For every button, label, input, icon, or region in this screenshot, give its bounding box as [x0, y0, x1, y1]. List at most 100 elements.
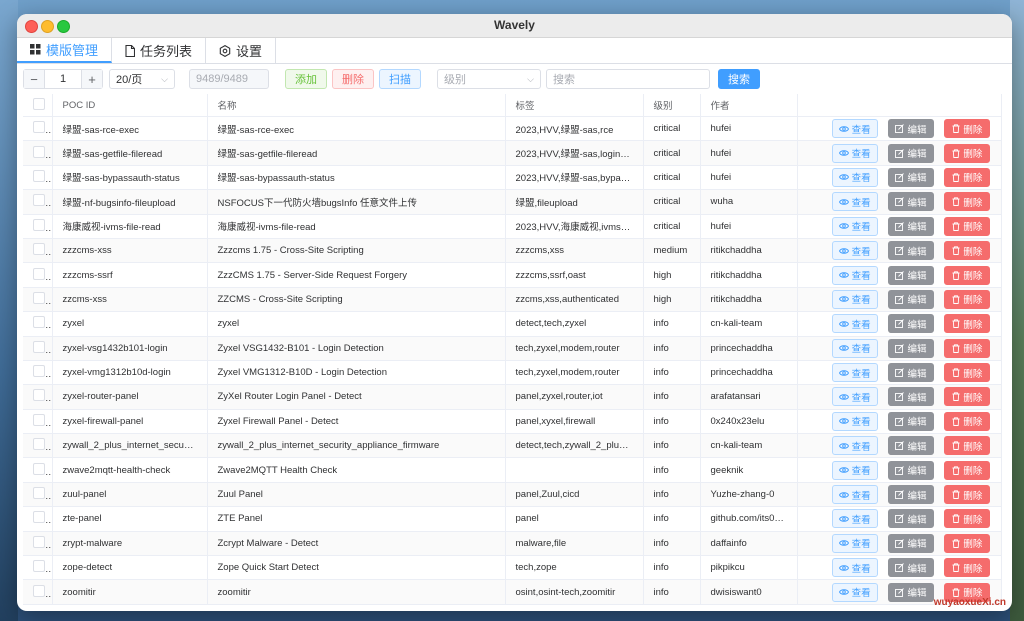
edit-button[interactable]: 编辑	[887, 167, 935, 187]
row-checkbox[interactable]	[33, 316, 45, 329]
tab-task-list[interactable]: 任务列表	[112, 38, 207, 63]
select-all-checkbox[interactable]	[33, 97, 45, 110]
delete-row-button[interactable]: 删除	[944, 289, 991, 309]
level-select[interactable]: 级别 ⌵	[437, 69, 541, 89]
view-button[interactable]: 查看	[831, 460, 878, 480]
delete-row-button[interactable]: 删除	[944, 265, 991, 285]
search-button[interactable]: 搜索	[718, 69, 760, 89]
scan-button[interactable]: 扫描	[379, 69, 421, 89]
row-select-cell[interactable]	[23, 238, 53, 264]
edit-button[interactable]: 编辑	[887, 582, 935, 602]
row-checkbox[interactable]	[33, 243, 45, 256]
delete-row-button[interactable]: 删除	[944, 363, 991, 383]
view-button[interactable]: 查看	[831, 436, 878, 456]
page-size-select[interactable]: 20/页 ⌵	[109, 69, 175, 89]
edit-button[interactable]: 编辑	[887, 363, 935, 383]
row-checkbox[interactable]	[33, 413, 45, 426]
view-button[interactable]: 查看	[831, 167, 878, 187]
row-checkbox[interactable]	[33, 194, 45, 207]
view-button[interactable]: 查看	[831, 143, 878, 163]
delete-row-button[interactable]: 删除	[944, 558, 991, 578]
view-button[interactable]: 查看	[831, 192, 878, 212]
row-select-cell[interactable]	[23, 189, 53, 215]
delete-row-button[interactable]: 删除	[944, 167, 991, 187]
view-button[interactable]: 查看	[831, 241, 878, 261]
delete-row-button[interactable]: 删除	[944, 314, 991, 334]
delete-row-button[interactable]: 删除	[944, 143, 991, 163]
decrement-button[interactable]: −	[24, 70, 44, 88]
row-checkbox[interactable]	[33, 535, 45, 548]
delete-row-button[interactable]: 删除	[944, 533, 991, 553]
view-button[interactable]: 查看	[831, 338, 878, 358]
row-select-cell[interactable]	[23, 506, 53, 532]
row-select-cell[interactable]	[23, 165, 53, 191]
tab-settings[interactable]: 设置	[206, 38, 277, 63]
delete-row-button[interactable]: 删除	[944, 460, 991, 480]
edit-button[interactable]: 编辑	[887, 289, 935, 309]
view-button[interactable]: 查看	[831, 363, 878, 383]
row-select-cell[interactable]	[23, 579, 53, 605]
row-select-cell[interactable]	[23, 433, 53, 459]
edit-button[interactable]: 编辑	[887, 485, 935, 505]
row-checkbox[interactable]	[33, 169, 45, 182]
page-number-input[interactable]: 1	[44, 70, 82, 88]
delete-row-button[interactable]: 删除	[944, 387, 991, 407]
row-checkbox[interactable]	[33, 340, 45, 353]
view-button[interactable]: 查看	[831, 411, 878, 431]
row-checkbox[interactable]	[33, 511, 45, 524]
row-checkbox[interactable]	[33, 462, 45, 475]
view-button[interactable]: 查看	[831, 119, 878, 139]
row-select-cell[interactable]	[23, 482, 53, 508]
view-button[interactable]: 查看	[831, 509, 878, 529]
row-checkbox[interactable]	[33, 218, 45, 231]
tab-template-management[interactable]: 模版管理	[17, 38, 113, 63]
delete-row-button[interactable]: 删除	[944, 411, 991, 431]
edit-button[interactable]: 编辑	[887, 265, 935, 285]
row-select-cell[interactable]	[23, 384, 53, 410]
edit-button[interactable]: 编辑	[887, 216, 935, 236]
edit-button[interactable]: 编辑	[887, 509, 935, 529]
edit-button[interactable]: 编辑	[887, 192, 935, 212]
delete-row-button[interactable]: 删除	[944, 485, 991, 505]
row-select-cell[interactable]	[23, 555, 53, 581]
delete-row-button[interactable]: 删除	[944, 338, 991, 358]
row-select-cell[interactable]	[23, 531, 53, 557]
edit-button[interactable]: 编辑	[887, 338, 935, 358]
row-checkbox[interactable]	[33, 365, 45, 378]
view-button[interactable]: 查看	[831, 216, 878, 236]
view-button[interactable]: 查看	[831, 387, 878, 407]
delete-row-button[interactable]: 删除	[944, 119, 991, 139]
row-select-cell[interactable]	[23, 360, 53, 386]
delete-row-button[interactable]: 删除	[944, 509, 991, 529]
view-button[interactable]: 查看	[831, 485, 878, 505]
delete-row-button[interactable]: 删除	[944, 241, 991, 261]
search-input[interactable]: 搜索	[546, 69, 710, 89]
delete-row-button[interactable]: 删除	[944, 216, 991, 236]
edit-button[interactable]: 编辑	[887, 558, 935, 578]
row-select-cell[interactable]	[23, 336, 53, 361]
add-button[interactable]: 添加	[285, 69, 327, 89]
row-select-cell[interactable]	[23, 311, 53, 337]
row-checkbox[interactable]	[33, 267, 45, 280]
row-checkbox[interactable]	[33, 487, 45, 500]
delete-row-button[interactable]: 删除	[944, 436, 991, 456]
row-checkbox[interactable]	[33, 560, 45, 573]
edit-button[interactable]: 编辑	[887, 411, 935, 431]
view-button[interactable]: 查看	[831, 289, 878, 309]
row-checkbox[interactable]	[33, 121, 45, 134]
increment-button[interactable]: +	[82, 70, 102, 88]
row-select-cell[interactable]	[23, 287, 53, 313]
view-button[interactable]: 查看	[831, 314, 878, 334]
view-button[interactable]: 查看	[831, 533, 878, 553]
edit-button[interactable]: 编辑	[887, 460, 935, 480]
edit-button[interactable]: 编辑	[887, 387, 935, 407]
header-select-all[interactable]	[23, 94, 53, 117]
edit-button[interactable]: 编辑	[887, 119, 935, 139]
row-select-cell[interactable]	[23, 409, 53, 435]
row-select-cell[interactable]	[23, 140, 53, 166]
edit-button[interactable]: 编辑	[887, 533, 935, 553]
view-button[interactable]: 查看	[831, 265, 878, 285]
row-select-cell[interactable]	[23, 214, 53, 239]
row-checkbox[interactable]	[33, 389, 45, 402]
row-checkbox[interactable]	[33, 291, 45, 304]
